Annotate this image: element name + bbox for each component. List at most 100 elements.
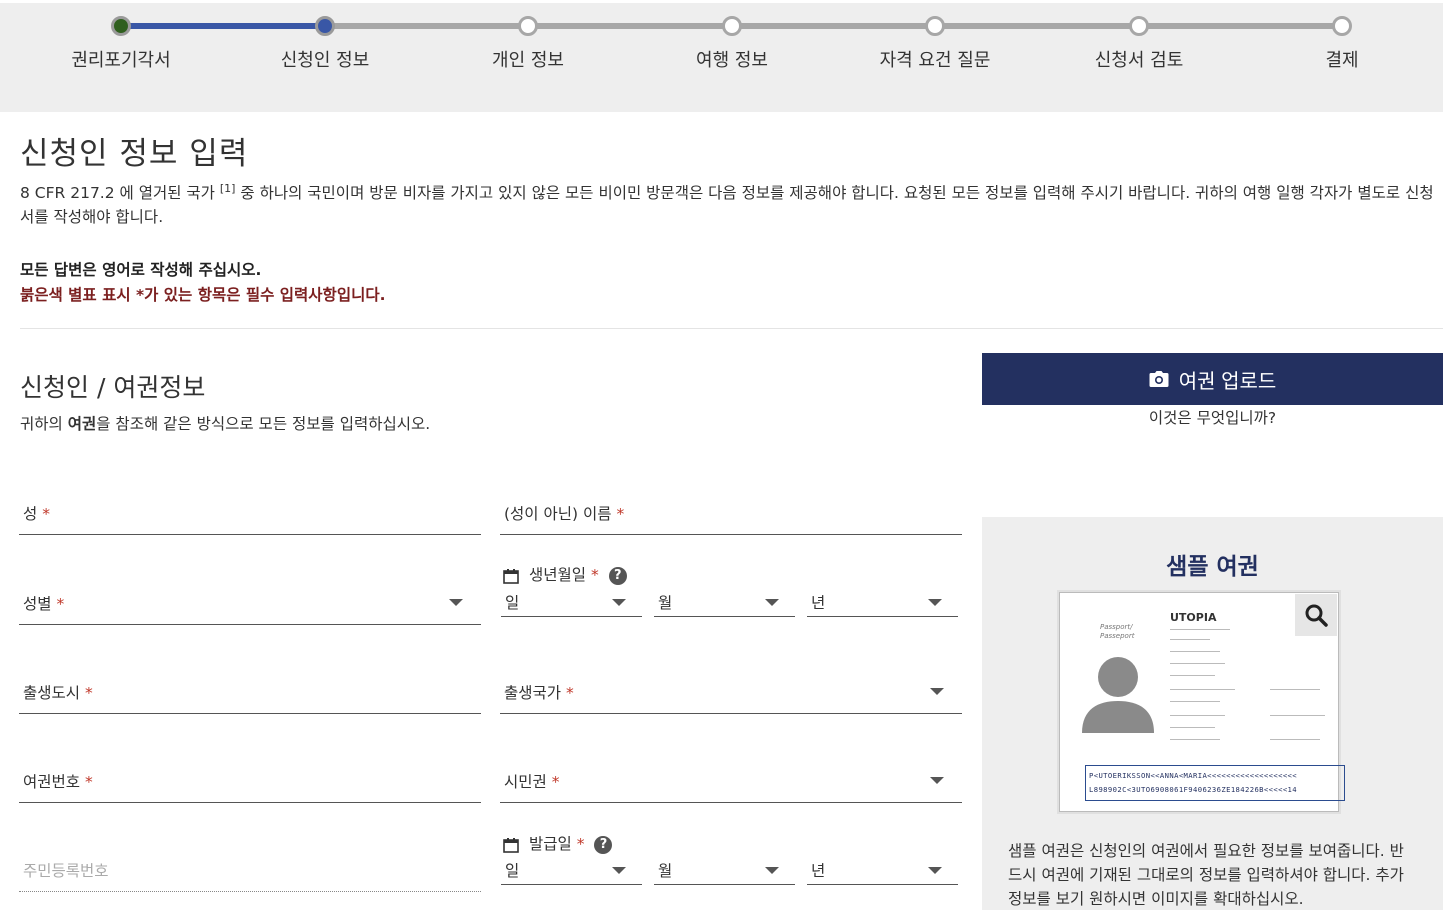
passport-mrz: P<UTOERIKSSON<<ANNA<MARIA<<<<<<<<<<<<<<<… xyxy=(1085,765,1345,801)
step-label-applicant[interactable]: 신청인 정보 xyxy=(225,46,425,72)
mrz-line-2: L898902C<3UTO6908061F9406236ZE184226B<<<… xyxy=(1089,785,1297,794)
step-dot-eligibility xyxy=(925,16,945,36)
passport-text-line xyxy=(1170,715,1225,716)
birth-date-label: 생년월일 *? xyxy=(503,563,627,585)
intro-text-before: 8 CFR 217.2 에 열거된 국가 xyxy=(20,184,220,203)
magnifier-icon xyxy=(1305,604,1328,627)
passport-text-line xyxy=(1170,663,1225,664)
chevron-down-icon xyxy=(612,599,626,606)
help-icon[interactable]: ? xyxy=(594,835,613,854)
surname-input[interactable]: 성 * xyxy=(19,490,481,535)
subtitle-passport: 여권 xyxy=(67,415,97,433)
issue-day-label: 일 xyxy=(505,862,520,880)
footnote-link[interactable]: [1] xyxy=(220,182,236,195)
english-note: 모든 답변은 영어로 작성해 주십시오. xyxy=(20,261,262,279)
chevron-down-icon xyxy=(928,599,942,606)
step-dot-waiver[interactable] xyxy=(111,16,131,36)
birth-month-select[interactable]: 월 xyxy=(654,594,795,617)
birth-year-select[interactable]: 년 xyxy=(807,594,958,617)
calendar-icon xyxy=(503,837,519,853)
passport-text-line xyxy=(1170,629,1230,630)
step-dot-travel xyxy=(722,16,742,36)
section-divider xyxy=(20,328,1443,329)
step-label-payment: 결제 xyxy=(1325,50,1359,71)
stepper-progress xyxy=(121,23,325,29)
upload-passport-button[interactable]: 여권 업로드 xyxy=(982,353,1443,405)
national-id-placeholder: 주민등록번호 xyxy=(23,862,109,880)
birth-month-label: 월 xyxy=(658,594,673,612)
national-id-input[interactable]: 주민등록번호 xyxy=(19,847,481,892)
chevron-down-icon xyxy=(612,867,626,874)
step-dot-personal xyxy=(518,16,538,36)
gender-label: 성별 * xyxy=(23,595,65,613)
step-dot-payment xyxy=(1332,16,1352,36)
passport-country: UTOPIA xyxy=(1170,611,1217,624)
issue-day-select[interactable]: 일 xyxy=(501,862,642,885)
passport-text-line xyxy=(1170,639,1210,640)
chevron-down-icon xyxy=(765,599,779,606)
passport-number-label: 여권번호 * xyxy=(23,773,93,791)
calendar-icon xyxy=(503,568,519,584)
passport-text-line xyxy=(1170,701,1220,702)
issue-month-label: 월 xyxy=(658,862,673,880)
step-label-travel: 여행 정보 xyxy=(696,50,768,71)
section-title: 신청인 / 여권정보 xyxy=(20,373,206,402)
progress-stepper: 권리포기각서 신청인 정보 개인 정보 여행 정보 자격 요건 질문 신청서 검… xyxy=(0,3,1443,112)
sample-passport-title: 샘플 여권 xyxy=(1166,554,1259,580)
birth-day-select[interactable]: 일 xyxy=(501,594,642,617)
step-label-review: 신청서 검토 xyxy=(1094,50,1184,71)
chevron-down-icon xyxy=(765,867,779,874)
page-title: 신청인 정보 입력 xyxy=(20,136,249,172)
chevron-down-icon xyxy=(449,599,463,606)
birth-city-label: 출생도시 * xyxy=(23,684,93,702)
person-silhouette-icon xyxy=(1082,657,1154,733)
passport-text-line xyxy=(1170,675,1215,676)
upload-passport-label: 여권 업로드 xyxy=(1178,370,1277,393)
issue-month-select[interactable]: 월 xyxy=(654,862,795,885)
passport-text-line xyxy=(1270,739,1320,740)
birth-country-select[interactable]: 출생국가 * xyxy=(500,669,962,714)
citizenship-label: 시민권 * xyxy=(504,773,560,791)
sample-passport-description: 샘플 여권은 신청인의 여권에서 필요한 정보를 보여줍니다. 반드시 여권에 … xyxy=(1008,842,1404,908)
camera-icon xyxy=(1149,371,1169,387)
birth-city-input[interactable]: 출생도시 * xyxy=(19,669,481,714)
subtitle-after: 을 참조해 같은 방식으로 모든 정보를 입력하십시오. xyxy=(96,415,431,433)
passport-text-line xyxy=(1170,739,1220,740)
help-icon[interactable]: ? xyxy=(608,566,627,585)
step-label-eligibility: 자격 요건 질문 xyxy=(879,50,991,71)
step-dot-review xyxy=(1129,16,1149,36)
section-subtitle: 귀하의 여권을 참조해 같은 방식으로 모든 정보를 입력하십시오. xyxy=(20,412,430,434)
given-name-label: (성이 아닌) 이름 * xyxy=(504,505,625,523)
step-label-personal: 개인 정보 xyxy=(492,50,564,71)
required-note: 붉은색 별표 표시 *가 있는 항목은 필수 입력사항입니다. xyxy=(20,286,386,304)
step-dot-applicant[interactable] xyxy=(315,16,335,36)
chevron-down-icon xyxy=(930,777,944,784)
zoom-button[interactable] xyxy=(1295,594,1337,636)
birth-year-label: 년 xyxy=(811,594,826,612)
citizenship-select[interactable]: 시민권 * xyxy=(500,758,962,803)
passport-text-line xyxy=(1170,651,1220,652)
birth-day-label: 일 xyxy=(505,594,520,612)
subtitle-before: 귀하의 xyxy=(20,415,68,433)
given-name-input[interactable]: (성이 아닌) 이름 * xyxy=(500,490,962,535)
sample-passport-image[interactable]: Passport/ Passeport UTOPIA P<UTOERIKSSON… xyxy=(1059,592,1345,812)
surname-label: 성 * xyxy=(23,505,50,523)
step-label-waiver[interactable]: 권리포기각서 xyxy=(21,46,221,72)
passport-number-input[interactable]: 여권번호 * xyxy=(19,758,481,803)
issue-year-select[interactable]: 년 xyxy=(807,862,958,885)
gender-select[interactable]: 성별 * xyxy=(19,580,481,625)
issue-date-label: 발급일 *? xyxy=(503,832,613,854)
sample-passport-panel: 샘플 여권 Passport/ Passeport UTOPIA P<UTOER… xyxy=(982,517,1443,910)
mrz-line-1: P<UTOERIKSSON<<ANNA<MARIA<<<<<<<<<<<<<<<… xyxy=(1089,771,1297,780)
passport-text-line xyxy=(1270,689,1320,690)
passport-text-line xyxy=(1170,727,1215,728)
passport-text-line xyxy=(1270,715,1325,716)
passport-text-line xyxy=(1170,689,1235,690)
passport-doc-label: Passport/ Passeport xyxy=(1100,623,1135,640)
issue-year-label: 년 xyxy=(811,862,826,880)
chevron-down-icon xyxy=(928,867,942,874)
what-is-this-link[interactable]: 이것은 무엇입니까? xyxy=(982,406,1443,428)
chevron-down-icon xyxy=(930,688,944,695)
intro-text: 8 CFR 217.2 에 열거된 국가 [1] 중 하나의 국민이며 방문 비… xyxy=(20,177,1435,229)
birth-country-label: 출생국가 * xyxy=(504,684,574,702)
